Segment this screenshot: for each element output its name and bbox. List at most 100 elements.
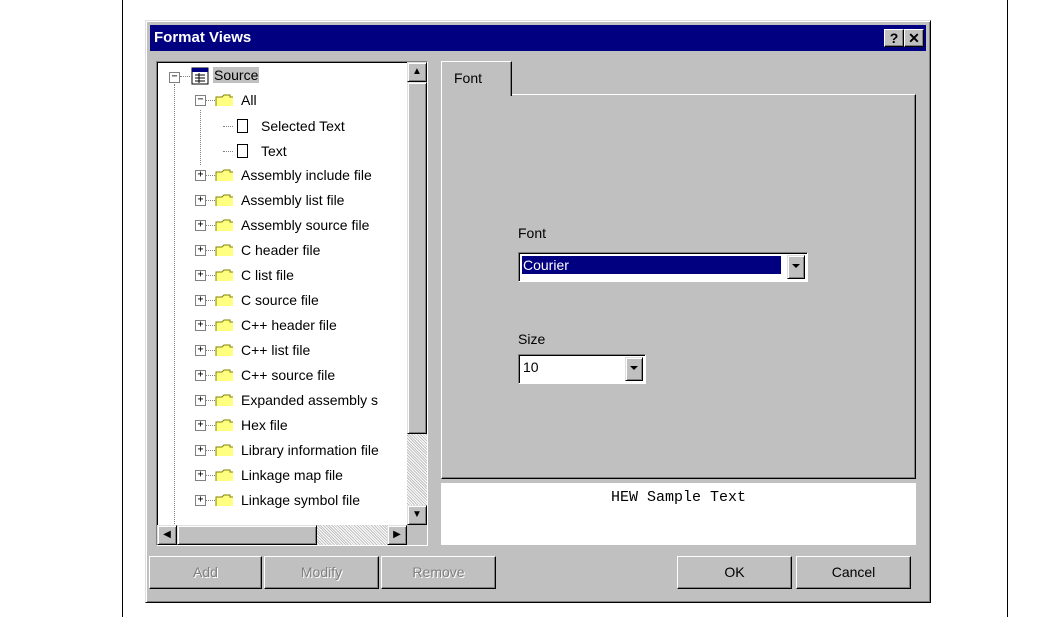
tree-item-folder[interactable]: + C list file bbox=[157, 264, 407, 289]
expand-icon[interactable]: + bbox=[195, 420, 206, 431]
tree-item-label: C list file bbox=[241, 267, 294, 283]
folder-icon bbox=[215, 294, 233, 306]
tree-item-all[interactable]: − All bbox=[157, 89, 407, 114]
document-icon bbox=[237, 119, 248, 133]
tree-item-selected-text[interactable]: Selected Text bbox=[157, 115, 407, 140]
ok-button[interactable]: OK bbox=[677, 556, 792, 589]
tree-item-folder[interactable]: + Assembly include file bbox=[157, 164, 407, 189]
tree-item-folder[interactable]: + Assembly list file bbox=[157, 189, 407, 214]
tree-connector bbox=[223, 151, 233, 153]
tree-item-folder[interactable]: + C header file bbox=[157, 239, 407, 264]
tree-item-label: C++ source file bbox=[241, 367, 336, 383]
expand-icon[interactable]: + bbox=[195, 170, 206, 181]
scroll-up-button[interactable]: ▲ bbox=[407, 62, 427, 82]
expand-icon[interactable]: + bbox=[195, 245, 206, 256]
page-border-left bbox=[122, 0, 123, 617]
font-select-value: Courier bbox=[522, 256, 781, 274]
folder-icon bbox=[215, 194, 233, 206]
tree-item-folder[interactable]: + Library information file bbox=[157, 439, 407, 464]
expand-icon[interactable]: + bbox=[195, 395, 206, 406]
view-tree[interactable]: − Source − All Selected Text Text + Asse… bbox=[156, 61, 428, 546]
tree-item-folder[interactable]: + Expanded assembly s bbox=[157, 389, 407, 414]
tree-connector bbox=[206, 375, 215, 377]
tree-connector bbox=[206, 475, 215, 477]
format-views-dialog: Format Views ? ✕ − Source − All Selected… bbox=[145, 20, 931, 603]
tree-connector bbox=[206, 325, 215, 327]
tree-connector bbox=[206, 200, 215, 202]
expand-icon[interactable]: + bbox=[195, 220, 206, 231]
folder-icon bbox=[215, 244, 233, 256]
tree-item-text[interactable]: Text bbox=[157, 140, 407, 165]
collapse-icon[interactable]: − bbox=[169, 72, 180, 83]
folder-icon bbox=[215, 94, 233, 106]
expand-icon[interactable]: + bbox=[195, 495, 206, 506]
tree-item-folder[interactable]: + C++ list file bbox=[157, 339, 407, 364]
remove-button[interactable]: Remove bbox=[381, 556, 496, 589]
collapse-icon[interactable]: − bbox=[195, 95, 206, 106]
tab-font-label: Font bbox=[454, 70, 483, 86]
tree-connector bbox=[206, 400, 215, 402]
expand-icon[interactable]: + bbox=[195, 195, 206, 206]
folder-icon bbox=[215, 269, 233, 281]
folder-icon bbox=[215, 419, 233, 431]
add-button[interactable]: Add bbox=[149, 556, 262, 589]
tree-item-folder[interactable]: + Linkage map file bbox=[157, 464, 407, 489]
tree-item-source[interactable]: − Source bbox=[157, 64, 407, 89]
tree-item-label: Assembly source file bbox=[241, 217, 370, 233]
tree-item-folder[interactable]: + C++ header file bbox=[157, 314, 407, 339]
tree-item-label: Hex file bbox=[241, 417, 288, 433]
size-select[interactable]: 10 bbox=[518, 354, 646, 384]
scroll-left-button[interactable]: ◀ bbox=[157, 525, 177, 545]
modify-button[interactable]: Modify bbox=[264, 556, 379, 589]
dialog-title: Format Views bbox=[154, 29, 252, 46]
tree-item-label: C++ header file bbox=[241, 317, 337, 333]
tree-item-label: Linkage map file bbox=[241, 467, 343, 483]
scroll-thumb[interactable] bbox=[177, 525, 317, 545]
expand-icon[interactable]: + bbox=[195, 345, 206, 356]
tree-item-label: Selected Text bbox=[261, 118, 345, 134]
expand-icon[interactable]: + bbox=[195, 470, 206, 481]
expand-icon[interactable]: + bbox=[195, 295, 206, 306]
chevron-down-icon bbox=[630, 366, 638, 370]
tree-connector bbox=[206, 450, 215, 452]
folder-icon bbox=[215, 369, 233, 381]
page-border-right bbox=[1007, 0, 1008, 617]
cancel-button[interactable]: Cancel bbox=[796, 556, 911, 589]
tree-item-folder[interactable]: + Assembly source file bbox=[157, 214, 407, 239]
font-label: Font bbox=[518, 225, 547, 241]
scroll-thumb[interactable] bbox=[407, 82, 427, 434]
help-button[interactable]: ? bbox=[884, 29, 904, 47]
tree-connector bbox=[206, 350, 215, 352]
scroll-down-button[interactable]: ▼ bbox=[407, 505, 427, 525]
expand-icon[interactable]: + bbox=[195, 370, 206, 381]
tree-item-label: Text bbox=[261, 143, 287, 159]
scrollbar-corner bbox=[407, 525, 427, 545]
tree-connector bbox=[206, 175, 215, 177]
expand-icon[interactable]: + bbox=[195, 445, 206, 456]
font-dropdown-button[interactable] bbox=[787, 255, 805, 279]
font-select[interactable]: Courier bbox=[518, 252, 808, 282]
sample-text: HEW Sample Text bbox=[610, 489, 747, 506]
title-bar[interactable]: Format Views ? ✕ bbox=[150, 25, 926, 51]
tree-connector bbox=[206, 500, 215, 502]
expand-icon[interactable]: + bbox=[195, 270, 206, 281]
tree-item-folder[interactable]: + C source file bbox=[157, 289, 407, 314]
tree-connector bbox=[206, 275, 215, 277]
folder-icon bbox=[215, 169, 233, 181]
expand-icon[interactable]: + bbox=[195, 320, 206, 331]
tree-item-folder[interactable]: + Linkage symbol file bbox=[157, 489, 407, 514]
vertical-scrollbar[interactable]: ▲ ▼ bbox=[407, 62, 427, 525]
folder-icon bbox=[215, 444, 233, 456]
tree-item-folder[interactable]: + Hex file bbox=[157, 414, 407, 439]
scroll-right-button[interactable]: ▶ bbox=[387, 525, 407, 545]
tree-connector bbox=[180, 76, 190, 78]
folder-icon bbox=[215, 469, 233, 481]
tree-item-folder[interactable]: + C++ source file bbox=[157, 364, 407, 389]
tree-item-label: Expanded assembly s bbox=[241, 392, 378, 408]
size-dropdown-button[interactable] bbox=[625, 357, 643, 381]
tab-font[interactable]: Font bbox=[441, 61, 512, 96]
close-button[interactable]: ✕ bbox=[904, 29, 924, 47]
sample-text-preview: HEW Sample Text bbox=[441, 483, 916, 545]
horizontal-scrollbar[interactable]: ◀ ▶ bbox=[157, 525, 407, 545]
folder-icon bbox=[215, 319, 233, 331]
